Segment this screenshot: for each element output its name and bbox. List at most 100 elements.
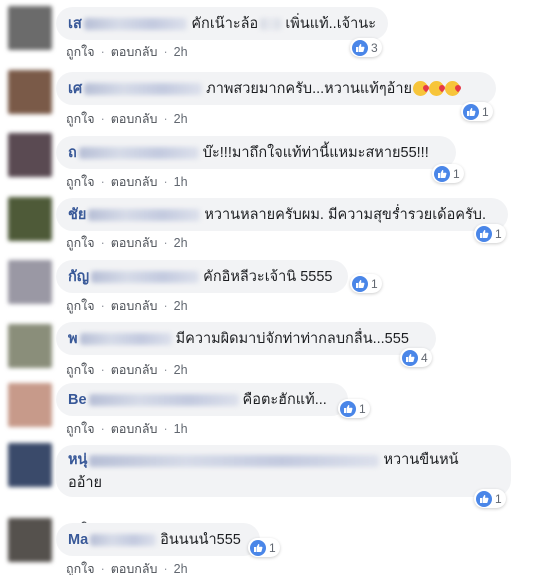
comment-text: หวานหลายครับผม. มีความสุขร่ำรวยเด้อครับ.: [204, 207, 487, 223]
timestamp[interactable]: 2h: [174, 562, 188, 575]
like-link[interactable]: ถูกใจ: [66, 559, 95, 575]
separator-dot: ·: [100, 562, 105, 575]
reply-link[interactable]: ตอบกลับ: [111, 42, 158, 62]
comment-bubble: เศ ภาพสวยมากครับ...หวานแท้ๆอ้าย: [56, 72, 496, 105]
separator-dot: ·: [163, 112, 168, 126]
comment-bubble: Ma อินนนนํา555: [56, 523, 260, 556]
separator-dot: ·: [163, 175, 168, 189]
comment-actions: ถูกใจ · ตอบกลับ · 1h: [66, 172, 188, 192]
like-thumb-icon: [340, 400, 356, 417]
comment-bubble: ถ บ๊ะ!!!มาถึกใจแท้ท่านี้แหมะสหาย55!!!: [56, 136, 456, 169]
reply-link[interactable]: ตอบกลับ: [111, 296, 158, 316]
comment-actions: ถูกใจ · ตอบกลับ · 2h: [66, 109, 188, 129]
separator-dot: ·: [163, 422, 168, 436]
reaction-badge[interactable]: 1: [474, 224, 506, 243]
blurred-name: [83, 17, 188, 30]
separator-dot: ·: [100, 299, 105, 313]
timestamp[interactable]: 2h: [174, 299, 188, 313]
author-name[interactable]: หนุ่: [68, 451, 87, 470]
blurred-name: [90, 533, 157, 546]
like-thumb-icon: [463, 103, 479, 120]
avatar[interactable]: [8, 443, 52, 487]
author-name[interactable]: กัญ: [68, 265, 89, 288]
blurred-text: [260, 17, 282, 30]
blurred-name: [84, 82, 203, 95]
like-thumb-icon: [250, 539, 266, 556]
separator-dot: ·: [100, 175, 105, 189]
reaction-count: 1: [495, 226, 502, 241]
comment-text: คักอิหลีวะเจ้านิ 5555: [203, 269, 333, 285]
like-thumb-icon: [352, 275, 368, 292]
comment-text-tail: เพิ่นแท้..เจ้านะ: [285, 16, 376, 32]
reaction-badge[interactable]: 1: [432, 164, 464, 183]
reaction-badge[interactable]: 1: [350, 274, 382, 293]
author-name[interactable]: Ma: [68, 532, 88, 548]
timestamp[interactable]: 2h: [174, 45, 188, 59]
reaction-badge[interactable]: 1: [248, 538, 280, 557]
comment-text: ภาพสวยมากครับ...หวานแท้ๆอ้าย: [206, 81, 412, 97]
avatar[interactable]: [8, 6, 52, 50]
like-thumb-icon: [476, 225, 492, 242]
like-thumb-icon: [352, 39, 368, 56]
blurred-name: [79, 332, 172, 345]
comment-bubble: ชัย หวานหลายครับผม. มีความสุขร่ำรวยเด้อค…: [56, 198, 508, 231]
comment-bubble: กัญ คักอิหลีวะเจ้านิ 5555: [56, 260, 348, 293]
author-name[interactable]: เส: [68, 12, 82, 35]
reaction-badge[interactable]: 1: [474, 489, 506, 508]
like-link[interactable]: ถูกใจ: [66, 109, 95, 129]
like-thumb-icon: [434, 165, 450, 182]
reaction-count: 1: [359, 401, 366, 416]
like-link[interactable]: ถูกใจ: [66, 172, 95, 192]
avatar[interactable]: [8, 133, 52, 177]
reaction-badge[interactable]: 4: [400, 348, 432, 367]
author-name[interactable]: ชัย: [68, 203, 86, 226]
timestamp[interactable]: 2h: [174, 112, 188, 126]
separator-dot: ·: [163, 236, 168, 250]
like-link[interactable]: ถูกใจ: [66, 419, 95, 439]
avatar[interactable]: [8, 518, 52, 562]
comment-text: หวานขืนหน้: [383, 452, 459, 468]
comment-bubble: Be คือตะฮักแท้...: [56, 383, 348, 416]
reply-link[interactable]: ตอบกลับ: [111, 233, 158, 253]
reaction-badge[interactable]: 1: [338, 399, 370, 418]
timestamp[interactable]: 1h: [174, 175, 188, 189]
timestamp[interactable]: 2h: [174, 236, 188, 250]
reaction-count: 1: [495, 491, 502, 506]
avatar[interactable]: [8, 70, 52, 114]
timestamp[interactable]: 2h: [174, 363, 188, 377]
comment-actions: ถูกใจ · ตอบกลับ · 2h: [66, 360, 188, 380]
reaction-count: 1: [453, 166, 460, 181]
blurred-name: [89, 455, 380, 467]
separator-dot: ·: [163, 45, 168, 59]
separator-dot: ·: [100, 45, 105, 59]
avatar[interactable]: [8, 260, 52, 304]
blurred-name: [88, 393, 239, 406]
separator-dot: ·: [163, 562, 168, 575]
like-link[interactable]: ถูกใจ: [66, 360, 95, 380]
separator-dot: ·: [163, 363, 168, 377]
separator-dot: ·: [163, 299, 168, 313]
like-link[interactable]: ถูกใจ: [66, 296, 95, 316]
reply-link[interactable]: ตอบกลับ: [111, 559, 158, 575]
reaction-count: 1: [269, 540, 276, 555]
author-name[interactable]: เศ: [68, 77, 82, 100]
author-name[interactable]: ถ: [68, 141, 77, 164]
separator-dot: ·: [100, 236, 105, 250]
kiss-heart-emoji-icon: [444, 81, 460, 96]
like-link[interactable]: ถูกใจ: [66, 233, 95, 253]
comment-text: บ๊ะ!!!มาถึกใจแท้ท่านี้แหมะสหาย55!!!: [202, 145, 429, 161]
reply-link[interactable]: ตอบกลับ: [111, 419, 158, 439]
reply-link[interactable]: ตอบกลับ: [111, 109, 158, 129]
reply-link[interactable]: ตอบกลับ: [111, 172, 158, 192]
reaction-badge[interactable]: 1: [461, 102, 493, 121]
reaction-badge[interactable]: 3: [350, 38, 382, 57]
avatar[interactable]: [8, 324, 52, 368]
avatar[interactable]: [8, 383, 52, 427]
reply-link[interactable]: ตอบกลับ: [111, 360, 158, 380]
avatar[interactable]: [8, 197, 52, 241]
author-name[interactable]: Be: [68, 392, 87, 408]
like-link[interactable]: ถูกใจ: [66, 42, 95, 62]
blurred-name: [78, 146, 199, 159]
timestamp[interactable]: 1h: [174, 422, 188, 436]
author-name[interactable]: พ: [68, 327, 78, 350]
